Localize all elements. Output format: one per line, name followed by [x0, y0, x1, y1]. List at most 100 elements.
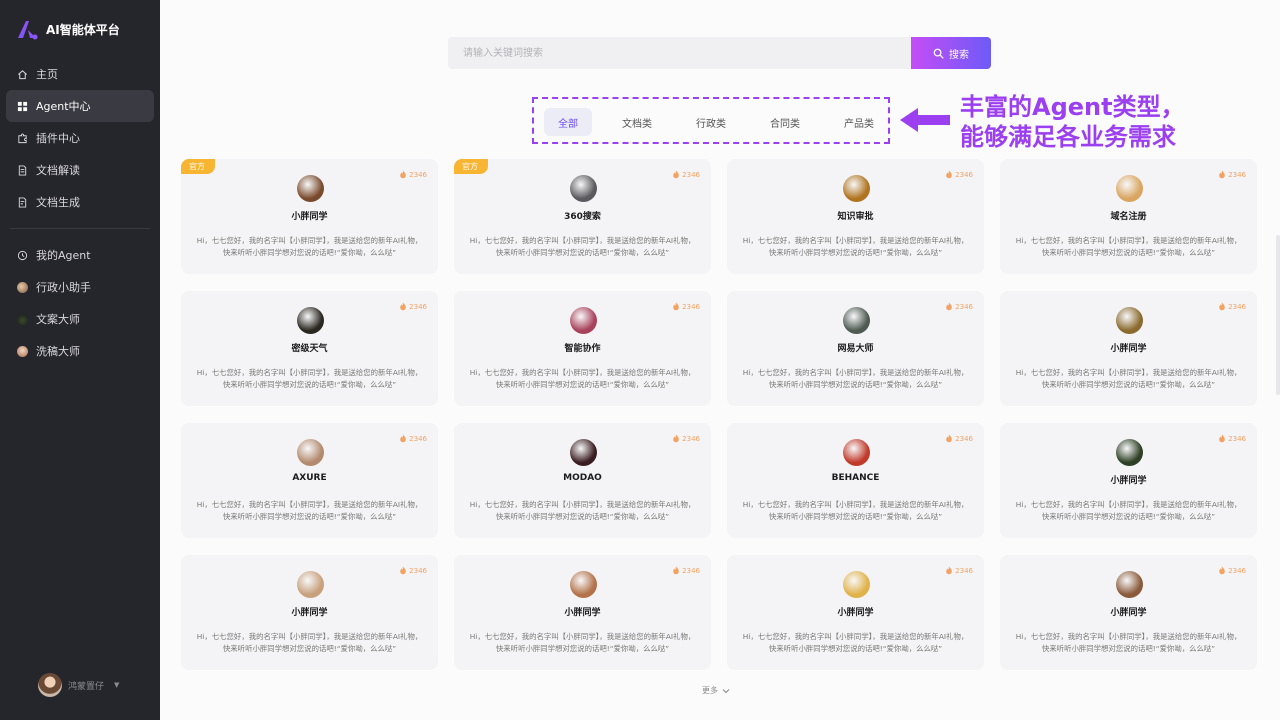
tab-contract[interactable]: 合同类 [756, 108, 814, 136]
agent-card[interactable]: 2346 域名注册 Hi，七七您好，我的名字叫【小胖同学】，我是送给您的新年AI礼物… [1000, 159, 1257, 274]
agent-card[interactable]: 2346 小胖同学 Hi，七七您好，我的名字叫【小胖同学】，我是送给您的新年AI礼物… [1000, 423, 1257, 538]
agent-description: Hi，七七您好，我的名字叫【小胖同学】，我是送给您的新年AI礼物，快来听听小胖同… [469, 500, 696, 521]
fire-icon [946, 170, 952, 179]
tab-all[interactable]: 全部 [544, 108, 592, 136]
sidebar-item-admin-assistant[interactable]: 行政小助手 [6, 271, 154, 303]
agent-title: MODAO [563, 473, 602, 483]
search-button[interactable]: 搜索 [911, 37, 991, 69]
sidebar-item-agent-center[interactable]: Agent中心 [6, 90, 154, 122]
usage-count: 2346 [399, 302, 427, 311]
agent-title: 360搜索 [564, 212, 601, 222]
tab-label: 行政类 [696, 118, 726, 130]
usage-count: 2346 [672, 434, 700, 443]
avatar [17, 313, 28, 325]
agent-card[interactable]: 2346 小胖同学 Hi，七七您好，我的名字叫【小胖同学】，我是送给您的新年AI礼物… [1000, 291, 1257, 406]
usage-count: 2346 [672, 170, 700, 179]
agent-card[interactable]: 2346 小胖同学 Hi，七七您好，我的名字叫【小胖同学】，我是送给您的新年AI礼物… [454, 555, 711, 670]
agent-avatar [296, 307, 324, 334]
agent-description: Hi，七七您好，我的名字叫【小胖同学】，我是送给您的新年AI礼物，快来听听小胖同… [742, 500, 969, 521]
agent-card[interactable]: 2346 知识审批 Hi，七七您好，我的名字叫【小胖同学】，我是送给您的新年AI礼物… [727, 159, 984, 274]
usage-count: 2346 [1218, 434, 1246, 443]
brand-logo-icon [18, 21, 38, 40]
agent-title: AXURE [292, 473, 327, 483]
agent-description: Hi，七七您好，我的名字叫【小胖同学】，我是送给您的新年AI礼物，快来听听小胖同… [196, 368, 423, 389]
sidebar-item-doc-gen[interactable]: 文档生成 [6, 186, 154, 218]
agent-description: Hi，七七您好，我的名字叫【小胖同学】，我是送给您的新年AI礼物，快来听听小胖同… [742, 368, 969, 389]
scrollbar[interactable] [1276, 235, 1280, 395]
agent-card[interactable]: 2346 AXURE Hi，七七您好，我的名字叫【小胖同学】，我是送给您的新年AI礼… [181, 423, 438, 538]
agent-card[interactable]: 2346 网易大师 Hi，七七您好，我的名字叫【小胖同学】，我是送给您的新年AI礼物… [727, 291, 984, 406]
agent-card[interactable]: 2346 智能协作 Hi，七七您好，我的名字叫【小胖同学】，我是送给您的新年AI礼物… [454, 291, 711, 406]
fire-icon [673, 170, 679, 179]
agent-description: Hi，七七您好，我的名字叫【小胖同学】，我是送给您的新年AI礼物，快来听听小胖同… [196, 632, 423, 653]
usage-count-value: 2346 [1228, 566, 1246, 575]
agent-title: 小胖同学 [564, 608, 601, 618]
sidebar-divider [10, 228, 150, 229]
fire-icon [946, 434, 952, 443]
fire-icon [673, 302, 679, 311]
agent-card[interactable]: 2346 小胖同学 Hi，七七您好，我的名字叫【小胖同学】，我是送给您的新年AI礼物… [727, 555, 984, 670]
agent-description: Hi，七七您好，我的名字叫【小胖同学】，我是送给您的新年AI礼物，快来听听小胖同… [1015, 632, 1242, 653]
agent-description: Hi，七七您好，我的名字叫【小胖同学】，我是送给您的新年AI礼物，快来听听小胖同… [1015, 368, 1242, 389]
search-input[interactable] [448, 37, 911, 69]
agent-card[interactable]: 2346 密级天气 Hi，七七您好，我的名字叫【小胖同学】，我是送给您的新年AI礼物… [181, 291, 438, 406]
agent-card[interactable]: 2346 BEHANCE Hi，七七您好，我的名字叫【小胖同学】，我是送给您的新年A… [727, 423, 984, 538]
sidebar-item-doc-read[interactable]: 文档解读 [6, 154, 154, 186]
agent-title: 智能协作 [564, 344, 601, 354]
usage-count: 2346 [1218, 566, 1246, 575]
sidebar-item-rewriter[interactable]: 洗稿大师 [6, 335, 154, 367]
sidebar-item-my-agent[interactable]: 我的Agent [6, 239, 154, 271]
more-button[interactable]: 更多 [702, 685, 730, 696]
agent-avatar [1115, 175, 1143, 202]
sidebar-item-label: 行政小助手 [36, 281, 91, 294]
usage-count-value: 2346 [1228, 170, 1246, 179]
usage-count: 2346 [399, 170, 427, 179]
more-label: 更多 [702, 686, 718, 695]
fire-icon [946, 566, 952, 575]
sidebar-item-home[interactable]: 主页 [6, 58, 154, 90]
agent-description: Hi，七七您好，我的名字叫【小胖同学】，我是送给您的新年AI礼物，快来听听小胖同… [1015, 500, 1242, 521]
annotation-line: 能够满足各业务需求 [960, 123, 1176, 151]
agent-title: 域名注册 [1110, 212, 1147, 222]
main-content: 搜索 全部 文档类 行政类 合同类 产品类 丰富的Agent类型， 能够满足各业… [160, 0, 1280, 720]
agent-avatar [569, 175, 597, 202]
fire-icon [400, 170, 406, 179]
caret-down-icon: ▼ [114, 681, 120, 689]
brand[interactable]: AI智能体平台 [16, 18, 120, 40]
agent-card[interactable]: 2346 MODAO Hi，七七您好，我的名字叫【小胖同学】，我是送给您的新年AI礼… [454, 423, 711, 538]
usage-count-value: 2346 [955, 170, 973, 179]
agent-description: Hi，七七您好，我的名字叫【小胖同学】，我是送给您的新年AI礼物，快来听听小胖同… [742, 236, 969, 257]
usage-count-value: 2346 [682, 434, 700, 443]
agent-title: 小胖同学 [837, 608, 874, 618]
agent-card[interactable]: 2346 小胖同学 Hi，七七您好，我的名字叫【小胖同学】，我是送给您的新年AI礼物… [181, 555, 438, 670]
agent-avatar [569, 307, 597, 334]
fire-icon [1219, 434, 1225, 443]
usage-count-value: 2346 [955, 434, 973, 443]
usage-count: 2346 [672, 566, 700, 575]
agent-title: 小胖同学 [291, 608, 328, 618]
brand-title: AI智能体平台 [46, 22, 120, 37]
agent-card[interactable]: 官方 2346 360搜索 Hi，七七您好，我的名字叫【小胖同学】，我是送给您的新年A… [454, 159, 711, 274]
usage-count-value: 2346 [682, 566, 700, 575]
agent-card[interactable]: 官方 2346 小胖同学 Hi，七七您好，我的名字叫【小胖同学】，我是送给您的新年AI… [181, 159, 438, 274]
agent-description: Hi，七七您好，我的名字叫【小胖同学】，我是送给您的新年AI礼物，快来听听小胖同… [196, 236, 423, 257]
fire-icon [1219, 170, 1225, 179]
tab-docs[interactable]: 文档类 [608, 108, 666, 136]
fire-icon [400, 302, 406, 311]
agent-avatar [296, 175, 324, 202]
sidebar-item-label: 洗稿大师 [36, 345, 80, 358]
tab-product[interactable]: 产品类 [830, 108, 888, 136]
user-profile[interactable]: 鸿蒙置仔 ▼ [38, 673, 119, 697]
sidebar-item-copywriter[interactable]: 文案大师 [6, 303, 154, 335]
usage-count: 2346 [1218, 302, 1246, 311]
avatar [17, 345, 28, 357]
agent-avatar [569, 439, 597, 466]
agent-card[interactable]: 2346 小胖同学 Hi，七七您好，我的名字叫【小胖同学】，我是送给您的新年AI礼物… [1000, 555, 1257, 670]
sidebar-item-plugin-center[interactable]: 插件中心 [6, 122, 154, 154]
usage-count-value: 2346 [682, 170, 700, 179]
tab-admin[interactable]: 行政类 [682, 108, 740, 136]
tab-label: 合同类 [770, 118, 800, 130]
agent-avatar [296, 571, 324, 598]
usage-count: 2346 [945, 170, 973, 179]
agent-avatar [1115, 307, 1143, 334]
